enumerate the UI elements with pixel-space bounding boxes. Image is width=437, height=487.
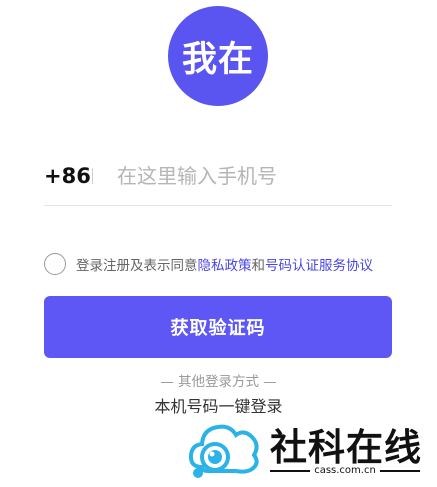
country-code-divider	[92, 168, 93, 184]
agreement-row: 登录注册及表示同意隐私政策和号码认证服务协议	[44, 251, 424, 277]
agreement-conjunction: 和	[251, 258, 266, 274]
watermark-sub: cass.com.cn	[270, 465, 421, 476]
app-logo: 我在	[168, 6, 268, 106]
cloud-eye-icon	[188, 424, 259, 478]
phone-number-input[interactable]	[117, 164, 377, 188]
phone-input-row: +86	[44, 156, 392, 196]
get-verification-code-button[interactable]: 获取验证码	[44, 296, 392, 358]
other-login-title: — 其他登录方式 —	[160, 374, 277, 390]
app-logo-text: 我在	[181, 39, 254, 80]
service-agreement-link[interactable]: 号码认证服务协议	[265, 258, 373, 274]
privacy-policy-link[interactable]: 隐私政策	[198, 258, 252, 274]
phone-input-underline	[44, 205, 392, 206]
watermark-domain: cass.com.cn	[314, 465, 376, 476]
watermark-text: 社科在线	[270, 426, 422, 469]
country-code-selector[interactable]: +86	[44, 164, 91, 188]
agreement-checkbox[interactable]	[44, 253, 66, 275]
watermark: 社科在线 cass.com.cn	[186, 413, 426, 483]
agreement-prefix: 登录注册及表示同意	[76, 258, 198, 274]
agreement-text: 登录注册及表示同意隐私政策和号码认证服务协议	[76, 254, 373, 274]
